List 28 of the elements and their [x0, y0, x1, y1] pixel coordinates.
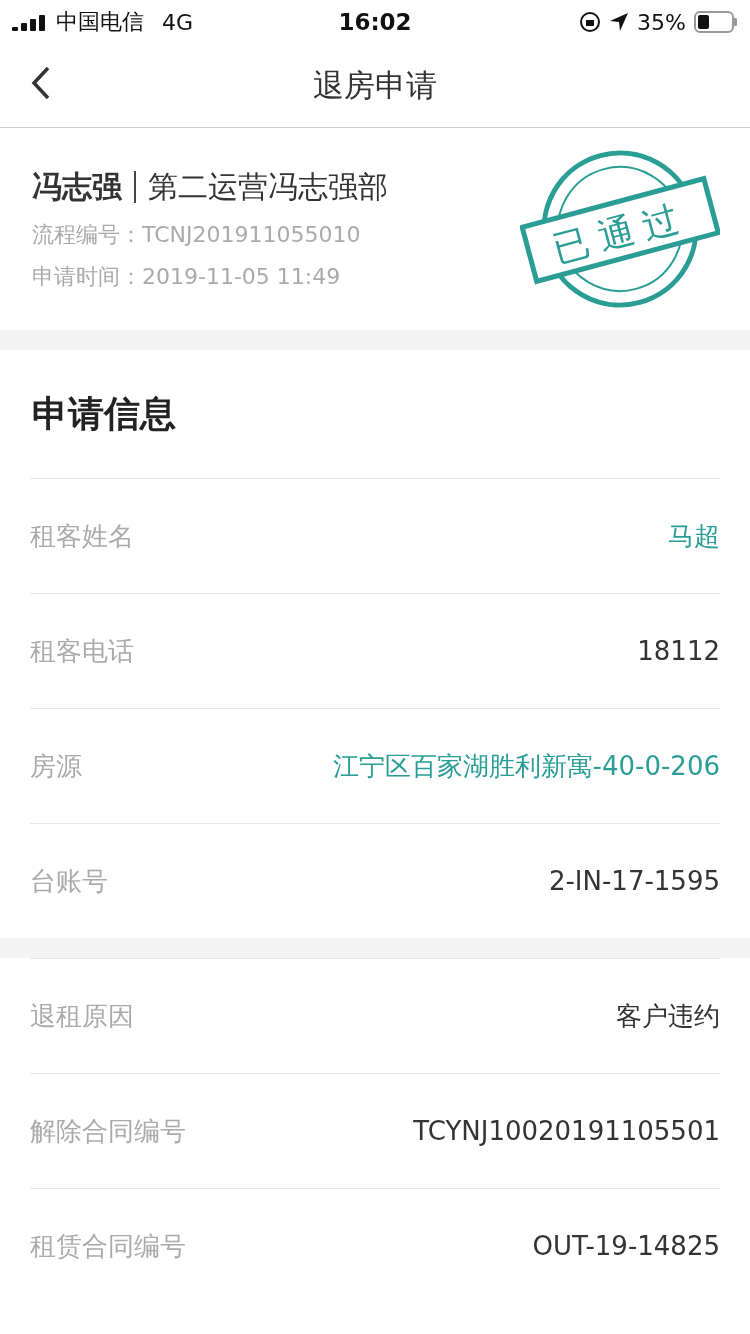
battery-icon	[694, 11, 738, 33]
signal-icon	[12, 13, 48, 31]
battery-percent: 35%	[637, 9, 686, 35]
carrier-text: 中国电信	[56, 8, 144, 36]
field-label: 租客电话	[30, 634, 134, 668]
network-text: 4G	[162, 9, 194, 35]
field-link[interactable]: 马超	[668, 518, 720, 554]
rotation-lock-icon	[579, 11, 602, 33]
page-title: 退房申请	[313, 65, 437, 105]
section-title: 申请信息	[31, 391, 177, 436]
field-label: 租客姓名	[30, 519, 134, 553]
location-icon	[609, 12, 630, 32]
field-value: OUT-19-14825	[532, 1231, 720, 1261]
field-value: TCYNJ10020191105501	[413, 1116, 720, 1146]
apply-time: 申请时间：2019-11-05 11:49	[32, 262, 342, 291]
field-label: 台账号	[30, 864, 108, 898]
department-name: 第二运营冯志强部	[148, 167, 388, 206]
field-label: 租赁合同编号	[30, 1229, 186, 1263]
field-value: 18112	[637, 636, 720, 666]
applicant-name: 冯志强	[32, 167, 122, 206]
field-label: 解除合同编号	[30, 1114, 186, 1148]
field-value: 2-IN-17-1595	[548, 866, 720, 896]
process-number: 流程编号：TCNJ201911055010	[32, 220, 362, 249]
field-label: 房源	[30, 749, 82, 783]
field-label: 退租原因	[30, 999, 134, 1033]
field-link[interactable]: 江宁区百家湖胜利新寓-40-0-206	[332, 748, 720, 784]
field-value: 客户违约	[616, 999, 720, 1033]
status-time: 16:02	[338, 9, 412, 35]
